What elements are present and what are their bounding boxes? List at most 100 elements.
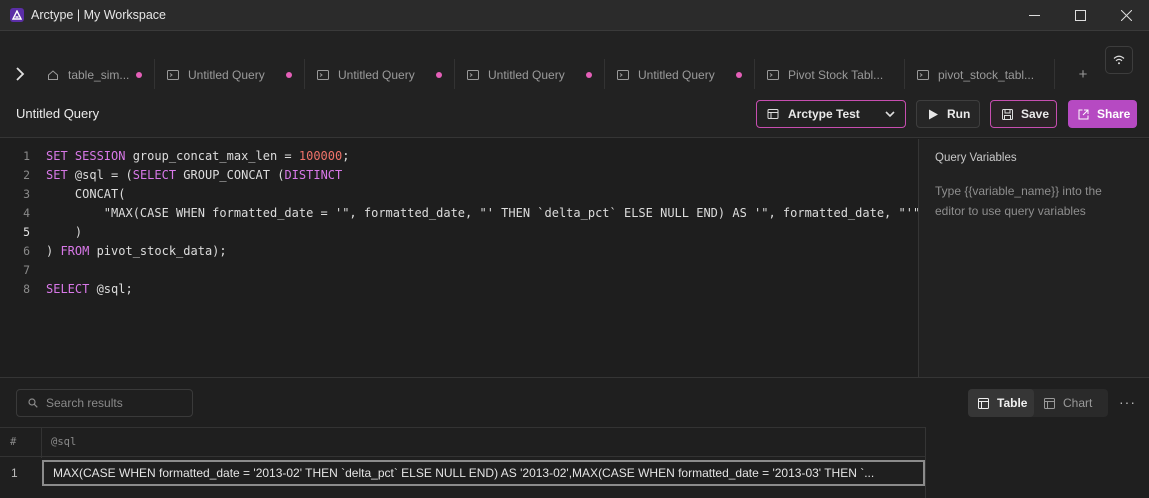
run-button-label: Run [947,107,971,121]
query-header: Untitled Query Arctype Test Run Save Sha… [0,89,1149,138]
code-line[interactable]: 1 SET SESSION group_concat_max_len = 1000… [0,146,918,165]
line-number: 1 [23,148,30,163]
unsaved-dot-icon [136,72,142,78]
chevron-right-icon [16,67,25,81]
code-line[interactable]: 4 "MAX(CASE WHEN formatted_date = '", fo… [0,203,921,222]
table-view-label: Table [997,396,1028,410]
code-line[interactable]: 7 [0,260,918,279]
new-tab-button[interactable]: + [1073,64,1093,84]
tab-4[interactable]: Untitled Query [455,59,605,90]
terminal-icon [917,69,929,81]
sql-editor[interactable]: 1 SET SESSION group_concat_max_len = 1000… [0,139,921,377]
results-grid-header: # @sql [0,427,926,458]
tab-label: table_sim... [68,67,130,82]
code-token: @sql = ( [67,167,133,182]
more-options-button[interactable]: ··· [1119,394,1136,410]
terminal-icon [617,69,629,81]
wifi-icon [1113,55,1125,65]
line-number: 2 [23,167,30,182]
tab-3[interactable]: Untitled Query [305,59,455,90]
play-icon [928,109,939,120]
code-token: @sql; [89,281,133,296]
home-icon [47,69,59,81]
query-variables-title: Query Variables [935,152,1017,164]
query-variables-panel: Query Variables Type {{variable_name}} i… [918,139,1149,377]
arctype-logo-icon [10,8,24,22]
search-results-placeholder: Search results [46,396,123,410]
query-tabs: table_sim... Untitled Query Untitled Query… [36,59,1055,93]
results-panel: Search results Table Chart ··· # @sql 1 … [0,377,1149,498]
query-title[interactable]: Untitled Query [16,106,99,121]
save-button[interactable]: Save [990,100,1057,128]
code-line[interactable]: 6) FROM pivot_stock_data); [0,241,918,260]
terminal-icon [467,69,479,81]
chart-view-button[interactable]: Chart [1034,389,1108,417]
column-header-sql[interactable]: @sql [51,436,76,448]
code-token: ; [342,148,350,163]
tab-5[interactable]: Untitled Query [605,59,755,90]
maximize-icon [1074,10,1086,21]
unsaved-dot-icon [436,72,442,78]
table-cell[interactable]: MAX(CASE WHEN formatted_date = '2013-02'… [42,460,925,486]
table-view-button[interactable]: Table [968,389,1034,417]
code-token: pivot_stock_data); [89,243,227,258]
code-token: DISTINCT [284,167,343,182]
tab-strip: table_sim... Untitled Query Untitled Query… [0,31,1149,93]
search-icon [28,398,38,408]
tab-label: Untitled Query [638,67,715,82]
code-line[interactable]: 3 CONCAT( [0,184,918,203]
tab-2[interactable]: Untitled Query [155,59,305,90]
minimize-button[interactable] [1011,0,1057,31]
code-line[interactable]: 8 SELECT @sql; [0,279,918,298]
column-header-index: # [10,436,17,448]
code-token: FROM [60,243,90,258]
code-line[interactable]: 2 SET @sql = (SELECT GROUP_CONCAT (DISTIN… [0,165,918,184]
run-button[interactable]: Run [916,100,980,128]
code-token: GROUP_CONCAT ( [176,167,285,182]
line-number: 4 [23,205,30,220]
line-number: 8 [23,281,30,296]
expand-sidebar-button[interactable] [10,66,30,82]
save-icon [1002,108,1013,120]
code-token: ) [46,224,83,239]
unsaved-dot-icon [286,72,292,78]
save-button-label: Save [1021,107,1050,121]
close-icon [1120,10,1132,21]
line-number: 6 [23,243,30,258]
chevron-down-icon [885,111,895,118]
share-button[interactable]: Share [1068,100,1137,128]
view-toggle: Table Chart [968,389,1108,417]
database-icon [767,108,779,120]
line-number: 3 [23,186,30,201]
tab-label: Untitled Query [188,67,265,82]
chart-view-label: Chart [1063,396,1093,410]
tab-7[interactable]: pivot_stock_tabl... [905,59,1055,93]
chart-icon [1044,397,1055,409]
results-grid: # @sql 1 MAX(CASE WHEN formatted_date = … [0,427,926,498]
connection-status-button[interactable] [1105,46,1133,74]
code-token: SELECT [46,281,90,296]
code-token: SET SESSION [46,148,126,163]
terminal-icon [317,69,329,81]
code-token: SET [46,167,68,182]
query-variables-hint: Type {{variable_name}} into the editor t… [935,184,1102,218]
maximize-button[interactable] [1057,0,1103,31]
code-token: SELECT [132,167,177,182]
code-line[interactable]: 5 ) [0,222,918,241]
share-icon [1078,109,1089,120]
unsaved-dot-icon [586,72,592,78]
tab-label: pivot_stock_tabl... [938,67,1035,82]
search-results-input[interactable]: Search results [16,389,193,417]
database-select[interactable]: Arctype Test [756,100,906,128]
line-number: 7 [23,262,30,277]
minimize-icon [1028,15,1040,16]
code-token: ) [46,243,61,258]
table-icon [978,397,989,409]
tab-6[interactable]: Pivot Stock Tabl... [755,59,905,90]
title-bar: Arctype | My Workspace [0,0,1149,31]
table-row[interactable]: 1 MAX(CASE WHEN formatted_date = '2013-0… [0,458,926,488]
close-button[interactable] [1103,0,1149,31]
window-title: Arctype | My Workspace [31,8,166,22]
code-token: "MAX(CASE WHEN formatted_date = '", form… [46,205,921,220]
tab-1[interactable]: table_sim... [36,59,155,90]
